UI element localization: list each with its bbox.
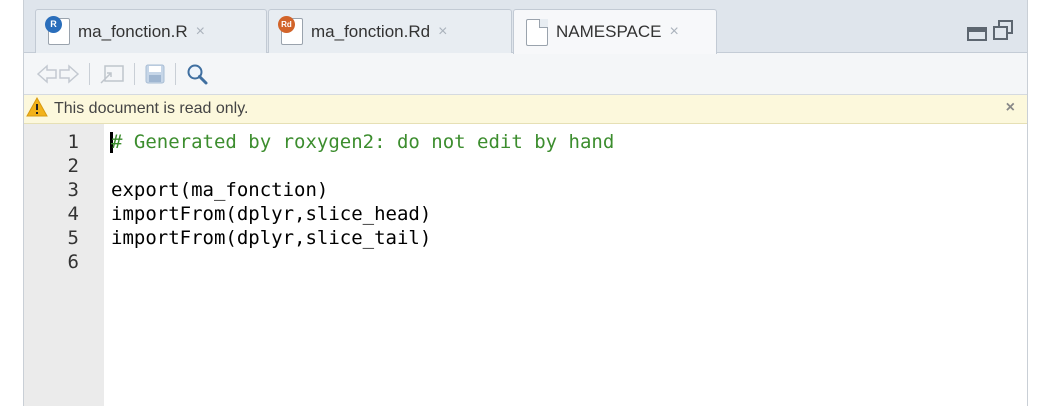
line-number: 3 [67,179,79,201]
save-icon[interactable] [144,61,166,87]
plain-file-icon [526,18,548,46]
rd-file-icon: Rd [278,16,303,45]
close-banner-icon[interactable]: × [1006,99,1015,117]
code-line: 2 [24,154,1027,178]
toolbar-separator [89,62,90,85]
editor-toolbar [24,53,1027,95]
warning-icon [26,96,48,122]
window-controls [967,20,1013,41]
tab-ma-fonction-rd[interactable]: Rd ma_fonction.Rd × [268,9,512,53]
tab-ma-fonction-r[interactable]: R ma_fonction.R × [35,9,267,53]
code-text: # Generated by roxygen2: do not edit by … [111,131,615,153]
line-number: 4 [67,203,79,225]
maximize-pane-icon[interactable] [993,20,1013,40]
code-text: importFrom(dplyr,slice_tail) [111,227,432,249]
tab-label: ma_fonction.R [78,21,188,41]
r-file-icon: R [45,16,70,45]
forward-arrow-icon[interactable] [58,61,80,87]
close-tab-icon[interactable]: × [670,23,679,41]
find-icon[interactable] [185,61,209,87]
tab-strip: R ma_fonction.R × Rd ma_fonction.Rd × NA… [24,0,1027,54]
close-tab-icon[interactable]: × [196,23,205,41]
code-line: 4 importFrom(dplyr,slice_head) [24,202,1027,226]
source-editor-pane: R ma_fonction.R × Rd ma_fonction.Rd × NA… [23,0,1028,406]
back-arrow-icon[interactable] [36,61,58,87]
read-only-banner: This document is read only. × [24,95,1027,124]
code-line: 6 [24,250,1027,274]
close-tab-icon[interactable]: × [438,23,447,41]
code-line: 3 export(ma_fonction) [24,178,1027,202]
read-only-message: This document is read only. [54,100,249,117]
code-text: importFrom(dplyr,slice_head) [111,203,432,225]
show-in-new-window-icon[interactable] [99,61,125,87]
code-line: 1 # Generated by roxygen2: do not edit b… [24,130,1027,154]
tab-label: ma_fonction.Rd [311,21,431,41]
line-number: 1 [67,131,79,153]
line-number: 2 [67,155,79,177]
line-number: 6 [67,251,79,273]
code-line: 5 importFrom(dplyr,slice_tail) [24,226,1027,250]
code-editor[interactable]: 1 # Generated by roxygen2: do not edit b… [24,124,1027,406]
code-text: export(ma_fonction) [111,179,329,201]
toolbar-separator [175,62,176,85]
tab-label: NAMESPACE [556,22,662,41]
toolbar-separator [134,62,135,85]
minimize-pane-icon[interactable] [967,27,987,41]
tab-namespace[interactable]: NAMESPACE × [513,9,717,54]
line-number: 5 [67,227,79,249]
